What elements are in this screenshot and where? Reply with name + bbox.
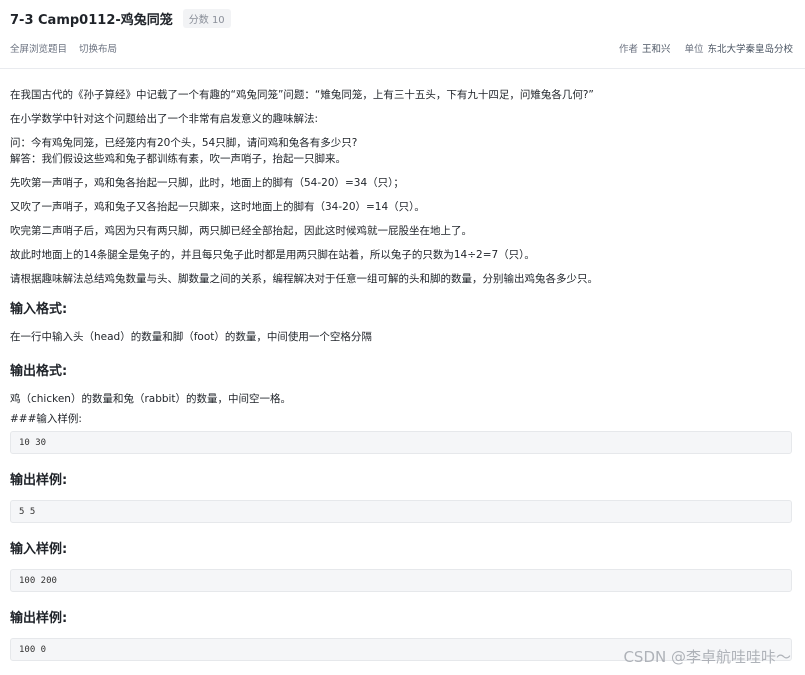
problem-title: 7-3 Camp0112-鸡兔同笼	[10, 13, 173, 28]
unit-label: 单位	[684, 44, 704, 55]
output-format-heading: 输出格式:	[10, 364, 68, 379]
sample-input-box[interactable]: 10 30	[10, 431, 792, 454]
sample-input-heading: 输入样例:	[10, 542, 68, 557]
input-format-text: 在一行中输入头（head）的数量和脚（foot）的数量，中间使用一个空格分隔	[10, 331, 372, 343]
input-format-heading: 输入格式:	[10, 302, 68, 317]
csdn-watermark: CSDN @李卓航哇哇咔～	[623, 648, 791, 666]
score-badge: 分数 10	[182, 9, 231, 28]
output-format-text: 鸡（chicken）的数量和兔（rabbit）的数量，中间空一格。	[10, 393, 292, 405]
problem-paragraph: 先吹第一声哨子，鸡和兔各抬起一只脚，此时，地面上的脚有（54-20）=34（只）…	[10, 177, 404, 189]
problem-paragraph: 在我国古代的《孙子算经》中记载了一个有趣的“鸡兔同笼”问题：“雉兔同笼，上有三十…	[10, 89, 594, 101]
author-info: 作者 王和兴	[619, 41, 671, 55]
unit-value: 东北大学秦皇岛分校	[707, 44, 793, 55]
sample-input-label: ###输入样例:	[10, 413, 82, 425]
author-value: 王和兴	[641, 44, 671, 55]
author-label: 作者	[618, 44, 638, 55]
fullscreen-view-button[interactable]: 全屏浏览题目	[10, 41, 67, 55]
problem-paragraph: 吹完第二声哨子后，鸡因为只有两只脚，两只脚已经全部抬起，因此这时候鸡就一屁股坐在…	[10, 225, 472, 237]
problem-paragraph: 故此时地面上的14条腿全是兔子的，并且每只兔子此时都是用两只脚在站着，所以兔子的…	[10, 249, 535, 261]
problem-header: 7-3 Camp0112-鸡兔同笼 分数 10 全屏浏览题目 切换布局 作者 王和…	[0, 0, 805, 69]
title-row: 7-3 Camp0112-鸡兔同笼 分数 10	[10, 9, 231, 28]
sample-input-box[interactable]: 100 200	[10, 569, 792, 592]
problem-paragraph: 问：今有鸡兔同笼，已经笼内有20个头，54只脚，请问鸡和兔各有多少只?	[10, 137, 358, 149]
switch-layout-button[interactable]: 切换布局	[79, 41, 117, 55]
sample-output-heading: 输出样例:	[10, 611, 68, 626]
problem-paragraph: 请根据趣味解法总结鸡兔数量与头、脚数量之间的关系，编程解决对于任意一组可解的头和…	[10, 273, 598, 285]
sample-output-box[interactable]: 5 5	[10, 500, 792, 523]
problem-paragraph: 在小学数学中针对这个问题给出了一个非常有启发意义的趣味解法:	[10, 113, 319, 125]
sample-output-heading: 输出样例:	[10, 473, 68, 488]
toolbar: 全屏浏览题目 切换布局	[10, 41, 117, 55]
problem-paragraph: 解答：我们假设这些鸡和兔子都训练有素，吹一声哨子，抬起一只脚来。	[10, 153, 346, 165]
problem-meta: 作者 王和兴 单位 东北大学秦皇岛分校	[619, 41, 793, 55]
problem-paragraph: 又吹了一声哨子，鸡和兔子又各抬起一只脚来，这时地面上的脚有（34-20）=14（…	[10, 201, 425, 213]
unit-info: 单位 东北大学秦皇岛分校	[684, 41, 793, 55]
problem-content: 在我国古代的《孙子算经》中记载了一个有趣的“鸡兔同笼”问题：“雉兔同笼，上有三十…	[10, 88, 794, 661]
